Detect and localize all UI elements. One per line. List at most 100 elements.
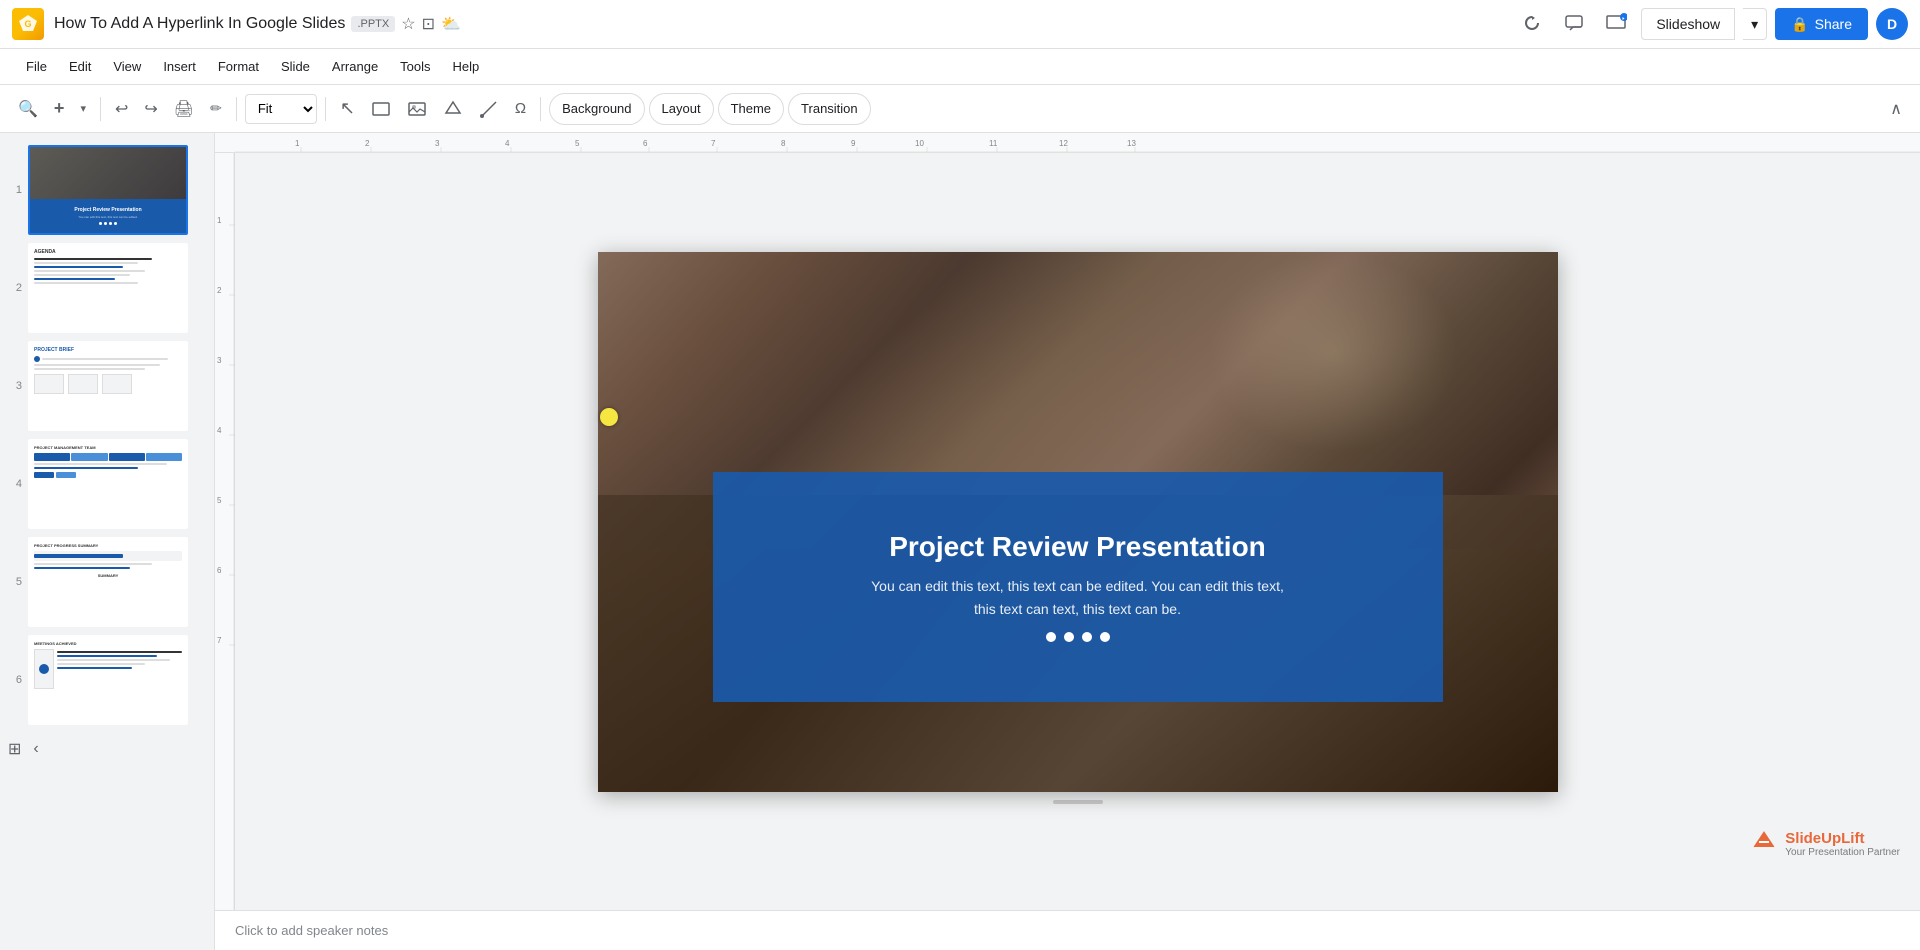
watermark-text: SlideUpLift Your Presentation Partner xyxy=(1785,830,1900,858)
svg-text:1: 1 xyxy=(295,139,300,148)
slide-item-5[interactable]: 5 PROJECT PROGRESS SUMMARY SUMMARY xyxy=(0,533,214,631)
zoom-in-button[interactable]: + xyxy=(48,92,71,126)
menu-slide[interactable]: Slide xyxy=(271,55,320,78)
collapse-toolbar-button[interactable]: ∧ xyxy=(1884,92,1908,126)
toolbar: 🔍 + ▾ ↩ ↪ 🖨 ✏ Fit 50% 75% 100% 150% 200%… xyxy=(0,85,1920,133)
svg-text:4: 4 xyxy=(505,139,510,148)
svg-text:7: 7 xyxy=(217,636,222,645)
svg-text:3: 3 xyxy=(435,139,440,148)
svg-text:10: 10 xyxy=(915,139,924,148)
folder-icon[interactable]: ⊡ xyxy=(422,14,435,34)
menu-format[interactable]: Format xyxy=(208,55,269,78)
watermark-brand: SlideUpLift xyxy=(1785,830,1900,847)
zoom-select[interactable]: Fit 50% 75% 100% 150% 200% xyxy=(245,94,317,124)
topbar: G How To Add A Hyperlink In Google Slide… xyxy=(0,0,1920,49)
slide-thumb-1: Project Review Presentation You can edit… xyxy=(28,145,188,235)
transition-button[interactable]: Transition xyxy=(788,93,871,125)
slideshow-button[interactable]: Slideshow xyxy=(1641,8,1735,40)
watermark-tagline: Your Presentation Partner xyxy=(1785,847,1900,858)
print-button[interactable]: 🖨 xyxy=(168,92,200,126)
slide-item-3[interactable]: 3 PROJECT BRIEF xyxy=(0,337,214,435)
banner-dot-4 xyxy=(1100,632,1110,642)
top-actions: Slideshow ▾ 🔒 Share D xyxy=(1515,6,1908,43)
doc-title-area: How To Add A Hyperlink In Google Slides … xyxy=(54,14,1505,34)
slide-number-5: 5 xyxy=(8,576,22,588)
theme-button[interactable]: Theme xyxy=(718,93,784,125)
zoom-dropdown-button[interactable]: ▾ xyxy=(74,92,92,126)
scroll-indicator xyxy=(1053,800,1103,804)
image-tool-button[interactable] xyxy=(401,92,433,126)
slide-number-6: 6 xyxy=(8,674,22,686)
history-button[interactable] xyxy=(1515,6,1549,43)
slide-item-4[interactable]: 4 PROJECT MANAGEMENT TEAM xyxy=(0,435,214,533)
undo-button[interactable]: ↩ xyxy=(109,92,134,126)
slide-canvas-wrapper: Project Review Presentation You can edit… xyxy=(235,153,1920,910)
slide-item-2[interactable]: 2 AGENDA xyxy=(0,239,214,337)
menu-help[interactable]: Help xyxy=(443,55,490,78)
grid-view-icon[interactable]: ⊞ xyxy=(8,739,21,759)
share-button[interactable]: 🔒 Share xyxy=(1775,8,1868,40)
separator-3 xyxy=(325,97,326,121)
svg-text:12: 12 xyxy=(1059,139,1068,148)
layout-button[interactable]: Layout xyxy=(649,93,714,125)
redo-button[interactable]: ↪ xyxy=(138,92,163,126)
comments-button[interactable] xyxy=(1557,6,1591,43)
search-button[interactable]: 🔍 xyxy=(12,92,44,126)
cloud-icon[interactable]: ⛅ xyxy=(441,14,461,34)
svg-text:8: 8 xyxy=(781,139,786,148)
svg-text:6: 6 xyxy=(643,139,648,148)
slide-item-1[interactable]: 1 Project Review Presentation You can ed… xyxy=(0,141,214,239)
menu-arrange[interactable]: Arrange xyxy=(322,55,388,78)
slide-number-2: 2 xyxy=(8,282,22,294)
shape-tool-button[interactable] xyxy=(437,92,469,126)
slide-subtitle: You can edit this text, this text can be… xyxy=(871,575,1284,620)
slide-number-4: 4 xyxy=(8,478,22,490)
watermark: SlideUpLift Your Presentation Partner xyxy=(1749,827,1900,860)
svg-text:2: 2 xyxy=(217,286,222,295)
banner-dots xyxy=(1046,632,1110,642)
line-tool-button[interactable] xyxy=(473,92,505,126)
star-icon[interactable]: ☆ xyxy=(401,14,415,34)
slideshow-dropdown-button[interactable]: ▾ xyxy=(1743,8,1767,40)
svg-text:13: 13 xyxy=(1127,139,1136,148)
menu-view[interactable]: View xyxy=(103,55,151,78)
slide-thumb-4: PROJECT MANAGEMENT TEAM xyxy=(28,439,188,529)
menu-edit[interactable]: Edit xyxy=(59,55,101,78)
slide-number-1: 1 xyxy=(8,184,22,196)
slide-thumb-6: MEETINGS ACHIEVED xyxy=(28,635,188,725)
svg-text:4: 4 xyxy=(217,426,222,435)
background-button[interactable]: Background xyxy=(549,93,644,125)
panel-collapse-button[interactable]: ‹ xyxy=(33,740,38,758)
separator-2 xyxy=(236,97,237,121)
svg-text:9: 9 xyxy=(851,139,856,148)
menu-file[interactable]: File xyxy=(16,55,57,78)
canvas-area: 1 2 3 4 5 6 7 8 9 xyxy=(215,133,1920,950)
app-icon: G xyxy=(12,8,44,40)
slide-item-6[interactable]: 6 MEETINGS ACHIEVED xyxy=(0,631,214,729)
ruler-vertical: 1 2 3 4 5 6 7 xyxy=(215,153,235,910)
notes-placeholder[interactable]: Click to add speaker notes xyxy=(235,923,388,938)
textbox-tool-button[interactable] xyxy=(365,92,397,126)
svg-text:11: 11 xyxy=(989,139,998,148)
watermark-logo xyxy=(1749,827,1779,860)
separator-4 xyxy=(540,97,541,121)
notes-area[interactable]: Click to add speaker notes xyxy=(215,910,1920,950)
slide-canvas[interactable]: Project Review Presentation You can edit… xyxy=(598,252,1558,792)
avatar[interactable]: D xyxy=(1876,8,1908,40)
doc-title[interactable]: How To Add A Hyperlink In Google Slides xyxy=(54,15,345,33)
slide-thumb-2: AGENDA xyxy=(28,243,188,333)
paint-format-button[interactable]: ✏ xyxy=(204,92,228,126)
svg-text:G: G xyxy=(24,19,31,29)
banner-dot-1 xyxy=(1046,632,1056,642)
special-chars-button[interactable]: Ω xyxy=(509,92,532,126)
slide-number-3: 3 xyxy=(8,380,22,392)
slide-thumb-3: PROJECT BRIEF xyxy=(28,341,188,431)
menu-insert[interactable]: Insert xyxy=(153,55,206,78)
pptx-badge: .PPTX xyxy=(351,16,395,32)
menu-tools[interactable]: Tools xyxy=(390,55,440,78)
slide-panel: 1 Project Review Presentation You can ed… xyxy=(0,133,215,950)
banner-dot-3 xyxy=(1082,632,1092,642)
select-tool-button[interactable]: ↖ xyxy=(334,92,361,126)
separator-1 xyxy=(100,97,101,121)
present-button[interactable] xyxy=(1599,6,1633,43)
